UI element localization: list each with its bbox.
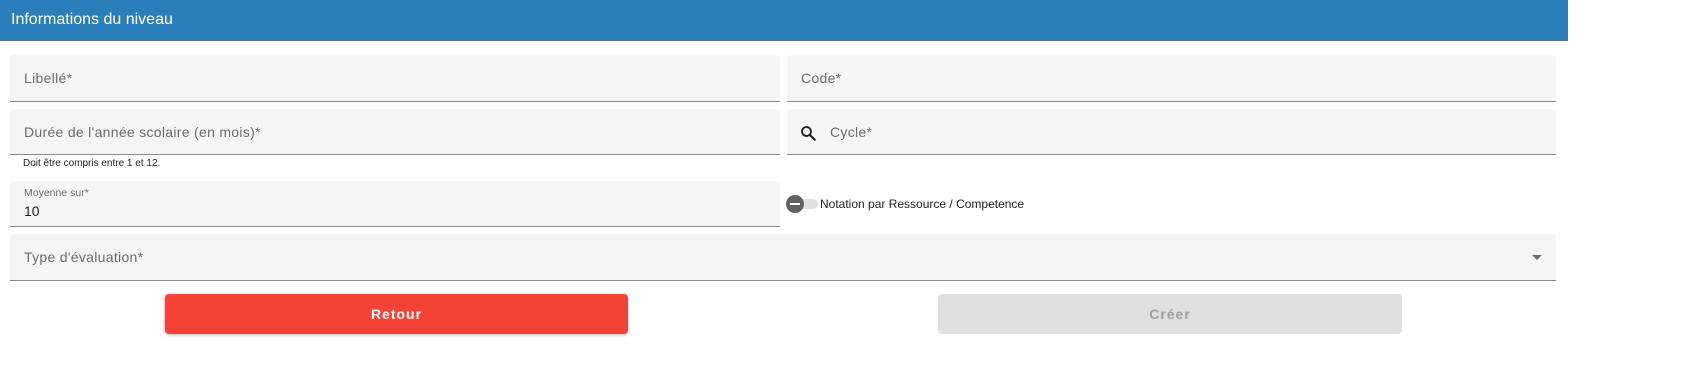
page-header: Informations du niveau bbox=[0, 0, 1568, 41]
cycle-field[interactable]: Cycle* bbox=[787, 109, 1556, 155]
arrow-drop-down-icon[interactable] bbox=[1532, 255, 1542, 260]
create-button[interactable]: Créer bbox=[938, 294, 1402, 334]
notation-toggle[interactable] bbox=[786, 195, 820, 213]
libelle-label: Libellé* bbox=[24, 70, 73, 86]
notation-toggle-label: Notation par Ressource / Competence bbox=[820, 197, 1025, 211]
toggle-thumb bbox=[786, 195, 804, 213]
duree-field[interactable]: Durée de l'année scolaire (en mois)* bbox=[10, 109, 780, 155]
code-label: Code* bbox=[801, 70, 842, 86]
moyenne-field[interactable]: Moyenne sur* 10 bbox=[10, 181, 780, 227]
type-evaluation-label: Type d'évaluation* bbox=[24, 249, 144, 265]
search-icon[interactable] bbox=[799, 124, 817, 142]
page-title: Informations du niveau bbox=[11, 11, 173, 28]
cycle-label: Cycle* bbox=[830, 124, 873, 140]
type-evaluation-select[interactable]: Type d'évaluation* bbox=[10, 234, 1556, 281]
back-button[interactable]: Retour bbox=[165, 294, 628, 334]
moyenne-label: Moyenne sur* bbox=[24, 187, 89, 199]
duree-hint: Doit être compris entre 1 et 12. bbox=[23, 158, 161, 169]
code-field[interactable]: Code* bbox=[787, 55, 1556, 102]
duree-label: Durée de l'année scolaire (en mois)* bbox=[24, 124, 261, 140]
libelle-field[interactable]: Libellé* bbox=[10, 55, 780, 102]
moyenne-value: 10 bbox=[24, 203, 40, 219]
